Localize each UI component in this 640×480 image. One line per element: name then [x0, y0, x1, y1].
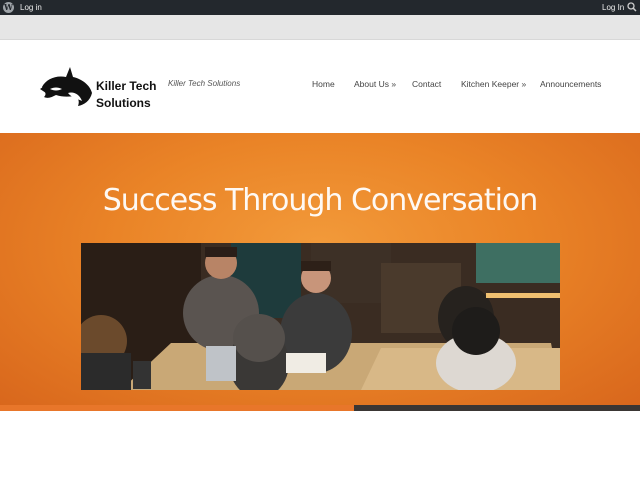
nav-kitchen-keeper[interactable]: Kitchen Keeper » [461, 79, 526, 89]
nav-announcements[interactable]: Announcements [540, 79, 601, 89]
brand-line-1: Killer Tech [96, 79, 157, 93]
orca-icon[interactable] [40, 65, 94, 107]
nav-about-us[interactable]: About Us » [354, 79, 396, 89]
admin-bar: W Log in Log In [0, 0, 640, 15]
hero-title: Success Through Conversation [102, 183, 539, 218]
admin-login-link-right[interactable]: Log In [602, 3, 624, 12]
brand-line-2: Solutions [96, 96, 151, 110]
wordpress-icon[interactable]: W [3, 2, 14, 13]
admin-login-link[interactable]: Log in [20, 3, 42, 12]
hero-section: Success Through Conversation [0, 133, 640, 411]
search-icon[interactable] [627, 2, 637, 12]
nav-contact[interactable]: Contact [412, 79, 441, 89]
slider-progress-bar [0, 405, 354, 411]
slider-track [354, 405, 640, 411]
nav-home[interactable]: Home [312, 79, 335, 89]
site-header: Killer Tech Solutions Killer Tech Soluti… [0, 39, 640, 133]
site-brand[interactable]: Killer Tech Solutions [96, 78, 166, 112]
page-gap [0, 15, 640, 39]
site-tagline: Killer Tech Solutions [168, 79, 241, 88]
hero-photo [81, 243, 560, 390]
